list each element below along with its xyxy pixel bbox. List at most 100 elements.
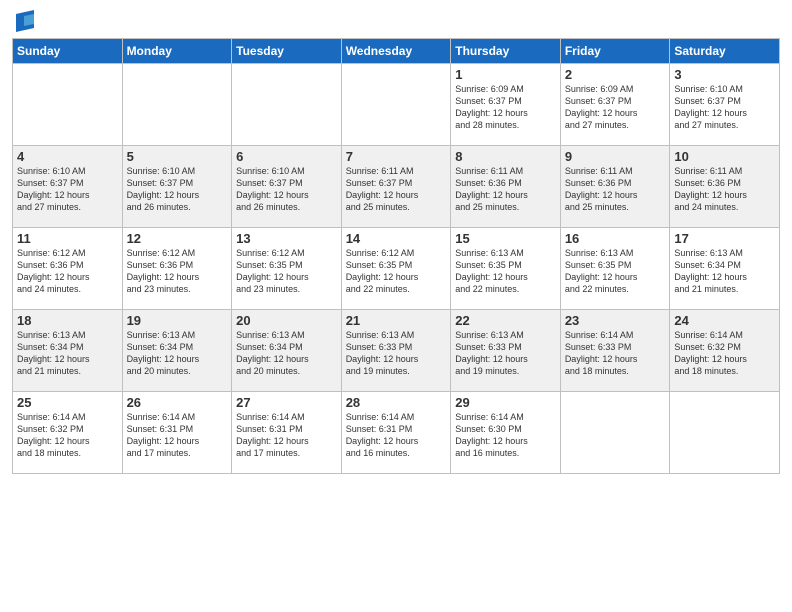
calendar-cell: 10Sunrise: 6:11 AM Sunset: 6:36 PM Dayli… — [670, 146, 780, 228]
calendar-cell: 21Sunrise: 6:13 AM Sunset: 6:33 PM Dayli… — [341, 310, 451, 392]
calendar-cell: 15Sunrise: 6:13 AM Sunset: 6:35 PM Dayli… — [451, 228, 561, 310]
day-info: Sunrise: 6:13 AM Sunset: 6:35 PM Dayligh… — [565, 247, 666, 296]
day-number: 18 — [17, 313, 118, 328]
day-number: 25 — [17, 395, 118, 410]
calendar-week-4: 18Sunrise: 6:13 AM Sunset: 6:34 PM Dayli… — [13, 310, 780, 392]
day-info: Sunrise: 6:13 AM Sunset: 6:34 PM Dayligh… — [127, 329, 228, 378]
calendar-cell: 29Sunrise: 6:14 AM Sunset: 6:30 PM Dayli… — [451, 392, 561, 474]
day-info: Sunrise: 6:11 AM Sunset: 6:37 PM Dayligh… — [346, 165, 447, 214]
calendar-cell: 8Sunrise: 6:11 AM Sunset: 6:36 PM Daylig… — [451, 146, 561, 228]
calendar-cell — [232, 64, 342, 146]
calendar-cell: 18Sunrise: 6:13 AM Sunset: 6:34 PM Dayli… — [13, 310, 123, 392]
day-number: 27 — [236, 395, 337, 410]
day-number: 12 — [127, 231, 228, 246]
calendar-cell: 23Sunrise: 6:14 AM Sunset: 6:33 PM Dayli… — [560, 310, 670, 392]
day-info: Sunrise: 6:13 AM Sunset: 6:33 PM Dayligh… — [346, 329, 447, 378]
day-number: 15 — [455, 231, 556, 246]
day-info: Sunrise: 6:09 AM Sunset: 6:37 PM Dayligh… — [565, 83, 666, 132]
day-info: Sunrise: 6:10 AM Sunset: 6:37 PM Dayligh… — [674, 83, 775, 132]
calendar-cell: 14Sunrise: 6:12 AM Sunset: 6:35 PM Dayli… — [341, 228, 451, 310]
day-number: 19 — [127, 313, 228, 328]
day-info: Sunrise: 6:10 AM Sunset: 6:37 PM Dayligh… — [236, 165, 337, 214]
calendar-cell: 5Sunrise: 6:10 AM Sunset: 6:37 PM Daylig… — [122, 146, 232, 228]
day-info: Sunrise: 6:09 AM Sunset: 6:37 PM Dayligh… — [455, 83, 556, 132]
day-number: 11 — [17, 231, 118, 246]
day-info: Sunrise: 6:14 AM Sunset: 6:31 PM Dayligh… — [346, 411, 447, 460]
weekday-header-saturday: Saturday — [670, 39, 780, 64]
day-info: Sunrise: 6:14 AM Sunset: 6:31 PM Dayligh… — [236, 411, 337, 460]
day-info: Sunrise: 6:12 AM Sunset: 6:35 PM Dayligh… — [346, 247, 447, 296]
calendar-cell: 2Sunrise: 6:09 AM Sunset: 6:37 PM Daylig… — [560, 64, 670, 146]
day-info: Sunrise: 6:13 AM Sunset: 6:35 PM Dayligh… — [455, 247, 556, 296]
weekday-header-sunday: Sunday — [13, 39, 123, 64]
day-number: 2 — [565, 67, 666, 82]
weekday-header-thursday: Thursday — [451, 39, 561, 64]
weekday-header-tuesday: Tuesday — [232, 39, 342, 64]
weekday-header-monday: Monday — [122, 39, 232, 64]
calendar-cell: 17Sunrise: 6:13 AM Sunset: 6:34 PM Dayli… — [670, 228, 780, 310]
day-info: Sunrise: 6:14 AM Sunset: 6:30 PM Dayligh… — [455, 411, 556, 460]
calendar-week-2: 4Sunrise: 6:10 AM Sunset: 6:37 PM Daylig… — [13, 146, 780, 228]
day-info: Sunrise: 6:14 AM Sunset: 6:32 PM Dayligh… — [17, 411, 118, 460]
calendar-cell — [670, 392, 780, 474]
day-info: Sunrise: 6:13 AM Sunset: 6:34 PM Dayligh… — [674, 247, 775, 296]
calendar-cell: 19Sunrise: 6:13 AM Sunset: 6:34 PM Dayli… — [122, 310, 232, 392]
day-number: 29 — [455, 395, 556, 410]
day-info: Sunrise: 6:13 AM Sunset: 6:34 PM Dayligh… — [17, 329, 118, 378]
day-number: 22 — [455, 313, 556, 328]
calendar-cell: 24Sunrise: 6:14 AM Sunset: 6:32 PM Dayli… — [670, 310, 780, 392]
calendar-cell: 7Sunrise: 6:11 AM Sunset: 6:37 PM Daylig… — [341, 146, 451, 228]
day-number: 1 — [455, 67, 556, 82]
calendar-cell: 3Sunrise: 6:10 AM Sunset: 6:37 PM Daylig… — [670, 64, 780, 146]
calendar-week-3: 11Sunrise: 6:12 AM Sunset: 6:36 PM Dayli… — [13, 228, 780, 310]
calendar-cell — [13, 64, 123, 146]
day-info: Sunrise: 6:12 AM Sunset: 6:36 PM Dayligh… — [127, 247, 228, 296]
day-number: 14 — [346, 231, 447, 246]
day-number: 13 — [236, 231, 337, 246]
calendar-table: SundayMondayTuesdayWednesdayThursdayFrid… — [12, 38, 780, 474]
calendar-week-1: 1Sunrise: 6:09 AM Sunset: 6:37 PM Daylig… — [13, 64, 780, 146]
calendar-cell: 4Sunrise: 6:10 AM Sunset: 6:37 PM Daylig… — [13, 146, 123, 228]
calendar-cell: 27Sunrise: 6:14 AM Sunset: 6:31 PM Dayli… — [232, 392, 342, 474]
calendar-cell: 25Sunrise: 6:14 AM Sunset: 6:32 PM Dayli… — [13, 392, 123, 474]
day-number: 7 — [346, 149, 447, 164]
day-info: Sunrise: 6:11 AM Sunset: 6:36 PM Dayligh… — [674, 165, 775, 214]
day-number: 8 — [455, 149, 556, 164]
day-info: Sunrise: 6:14 AM Sunset: 6:32 PM Dayligh… — [674, 329, 775, 378]
day-number: 5 — [127, 149, 228, 164]
page-container: SundayMondayTuesdayWednesdayThursdayFrid… — [0, 0, 792, 482]
day-number: 3 — [674, 67, 775, 82]
calendar-header-row: SundayMondayTuesdayWednesdayThursdayFrid… — [13, 39, 780, 64]
weekday-header-friday: Friday — [560, 39, 670, 64]
day-info: Sunrise: 6:13 AM Sunset: 6:33 PM Dayligh… — [455, 329, 556, 378]
weekday-header-wednesday: Wednesday — [341, 39, 451, 64]
day-number: 6 — [236, 149, 337, 164]
day-info: Sunrise: 6:10 AM Sunset: 6:37 PM Dayligh… — [17, 165, 118, 214]
calendar-cell: 22Sunrise: 6:13 AM Sunset: 6:33 PM Dayli… — [451, 310, 561, 392]
calendar-week-5: 25Sunrise: 6:14 AM Sunset: 6:32 PM Dayli… — [13, 392, 780, 474]
day-info: Sunrise: 6:12 AM Sunset: 6:36 PM Dayligh… — [17, 247, 118, 296]
calendar-cell: 6Sunrise: 6:10 AM Sunset: 6:37 PM Daylig… — [232, 146, 342, 228]
calendar-cell: 1Sunrise: 6:09 AM Sunset: 6:37 PM Daylig… — [451, 64, 561, 146]
calendar-cell: 20Sunrise: 6:13 AM Sunset: 6:34 PM Dayli… — [232, 310, 342, 392]
calendar-cell: 12Sunrise: 6:12 AM Sunset: 6:36 PM Dayli… — [122, 228, 232, 310]
calendar-cell: 16Sunrise: 6:13 AM Sunset: 6:35 PM Dayli… — [560, 228, 670, 310]
calendar-cell — [122, 64, 232, 146]
calendar-cell: 9Sunrise: 6:11 AM Sunset: 6:36 PM Daylig… — [560, 146, 670, 228]
calendar-cell: 13Sunrise: 6:12 AM Sunset: 6:35 PM Dayli… — [232, 228, 342, 310]
calendar-cell: 26Sunrise: 6:14 AM Sunset: 6:31 PM Dayli… — [122, 392, 232, 474]
day-info: Sunrise: 6:14 AM Sunset: 6:33 PM Dayligh… — [565, 329, 666, 378]
calendar-cell: 28Sunrise: 6:14 AM Sunset: 6:31 PM Dayli… — [341, 392, 451, 474]
day-info: Sunrise: 6:13 AM Sunset: 6:34 PM Dayligh… — [236, 329, 337, 378]
day-number: 28 — [346, 395, 447, 410]
day-number: 16 — [565, 231, 666, 246]
calendar-cell — [341, 64, 451, 146]
day-info: Sunrise: 6:10 AM Sunset: 6:37 PM Dayligh… — [127, 165, 228, 214]
day-number: 21 — [346, 313, 447, 328]
day-number: 10 — [674, 149, 775, 164]
day-number: 4 — [17, 149, 118, 164]
day-info: Sunrise: 6:12 AM Sunset: 6:35 PM Dayligh… — [236, 247, 337, 296]
logo-icon — [16, 10, 34, 32]
day-number: 23 — [565, 313, 666, 328]
logo — [12, 10, 34, 32]
